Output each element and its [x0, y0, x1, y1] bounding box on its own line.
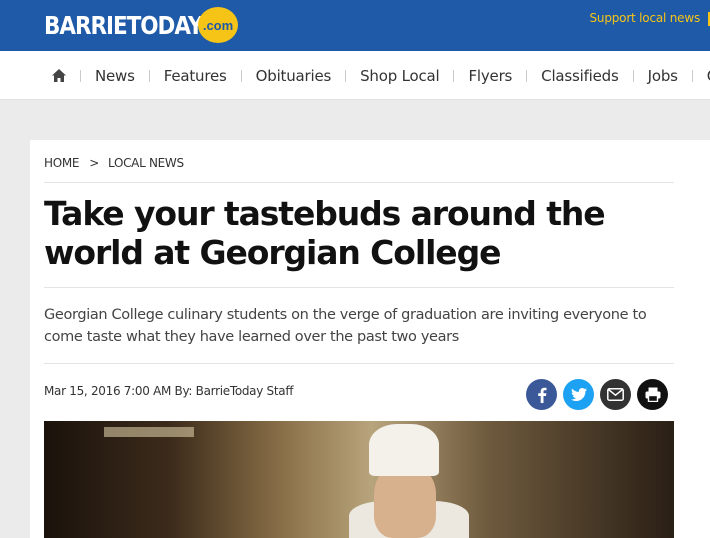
nav-divider	[691, 69, 693, 82]
breadcrumb-section[interactable]: LOCAL NEWS	[108, 156, 184, 170]
chef-hat	[369, 424, 439, 476]
nav-divider	[526, 69, 528, 82]
article-dek: Georgian College culinary students on th…	[44, 307, 647, 345]
site-header: BARRIETODAY .com Support local news	[0, 0, 710, 51]
nav-divider	[80, 69, 81, 82]
email-icon	[607, 388, 624, 401]
article-byline: Mar 15, 2016 7:00 AM By: BarrieToday Sta…	[44, 384, 294, 398]
breadcrumb: HOME > LOCAL NEWS	[44, 156, 184, 170]
nav-item-flyers[interactable]: Flyers	[468, 67, 512, 85]
ceiling-light	[104, 427, 194, 437]
breadcrumb-home[interactable]: HOME	[44, 156, 80, 170]
support-local-news-link[interactable]: Support local news	[590, 11, 701, 25]
email-share-button[interactable]	[600, 379, 631, 410]
article-hero-image	[44, 421, 674, 538]
divider	[44, 363, 674, 364]
nav-item-features[interactable]: Features	[164, 67, 227, 85]
site-logo[interactable]: BARRIETODAY .com	[44, 7, 238, 43]
article-headline: Take your tastebuds around the world at …	[44, 194, 606, 272]
nav-divider	[345, 69, 347, 82]
logo-wordmark: BARRIETODAY	[44, 10, 203, 40]
share-buttons	[526, 379, 668, 410]
divider	[44, 287, 674, 288]
home-icon[interactable]	[52, 69, 66, 82]
nav-divider	[453, 69, 455, 82]
twitter-share-button[interactable]	[563, 379, 594, 410]
article-card: HOME > LOCAL NEWS Take your tastebuds ar…	[30, 140, 710, 538]
facebook-icon	[537, 387, 546, 403]
nav-item-classifieds[interactable]: Classifieds	[541, 67, 619, 85]
divider	[44, 182, 674, 183]
main-nav: News Features Obituaries Shop Local Flye…	[0, 51, 710, 100]
nav-item-obituaries[interactable]: Obituaries	[256, 67, 332, 85]
nav-divider	[240, 69, 242, 82]
facebook-share-button[interactable]	[526, 379, 557, 410]
breadcrumb-separator: >	[89, 156, 99, 170]
print-button[interactable]	[637, 379, 668, 410]
nav-divider	[632, 69, 634, 82]
nav-item-shop-local[interactable]: Shop Local	[360, 67, 440, 85]
twitter-icon	[570, 388, 587, 401]
print-icon	[645, 387, 660, 402]
nav-divider	[148, 69, 150, 82]
nav-item-news[interactable]: News	[95, 67, 135, 85]
logo-badge: .com	[198, 7, 238, 43]
nav-item-jobs[interactable]: Jobs	[648, 67, 678, 85]
